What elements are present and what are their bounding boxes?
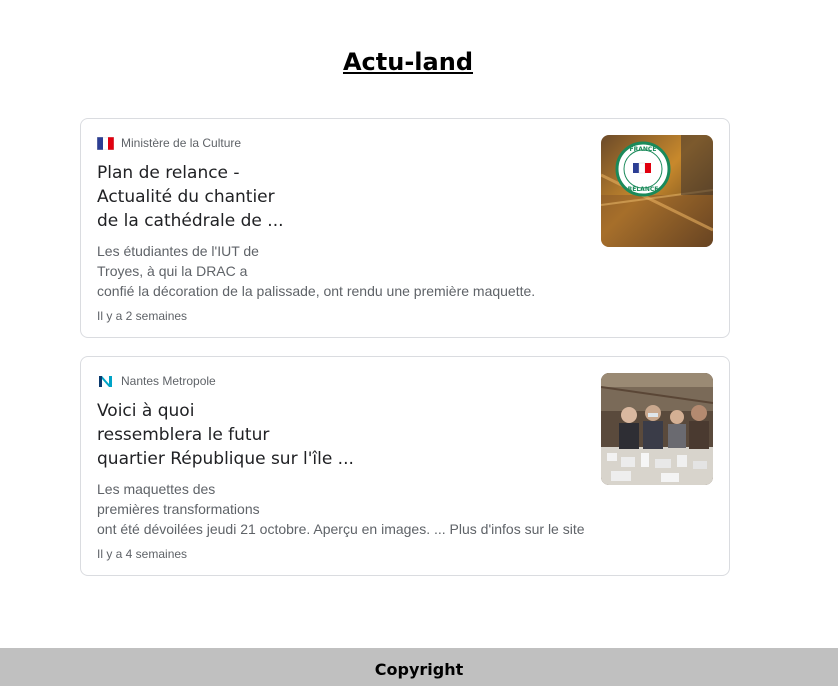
news-source: Ministère de la Culture bbox=[96, 136, 242, 150]
nantes-metropole-n-icon bbox=[97, 375, 114, 388]
snippet-line: Troyes, à qui la DRAC a bbox=[97, 263, 248, 279]
footer: Copyright bbox=[0, 648, 838, 686]
headline-line: Plan de relance - bbox=[97, 163, 240, 183]
svg-text:RELANCE: RELANCE bbox=[628, 186, 659, 193]
france-relance-badge-image[interactable]: FRANCE RELANCE bbox=[601, 135, 713, 247]
news-headline[interactable]: Voici à quoi ressemblera le futur quarti… bbox=[97, 399, 577, 471]
svg-text:FRANCE: FRANCE bbox=[630, 146, 657, 153]
headline-line: ressemblera le futur bbox=[97, 425, 270, 445]
news-card[interactable]: Nantes Metropole Voici à quoi ressembler… bbox=[80, 356, 730, 576]
headline-line: Voici à quoi bbox=[97, 401, 195, 421]
french-flag-icon bbox=[96, 136, 115, 150]
news-source-name: Nantes Metropole bbox=[121, 374, 216, 388]
snippet-line: confié la décoration de la palissade, on… bbox=[97, 283, 536, 299]
news-timestamp: Il y a 4 semaines bbox=[97, 547, 188, 561]
snippet-line: Les maquettes des bbox=[97, 481, 216, 497]
news-card[interactable]: Ministère de la Culture Plan de relance … bbox=[80, 118, 730, 338]
snippet-line: ont été dévoilées jeudi 21 octobre. Aper… bbox=[97, 521, 585, 537]
snippet-line: premières transformations bbox=[97, 501, 260, 517]
headline-line: de la cathédrale de ... bbox=[97, 211, 284, 231]
news-snippet: Les étudiantes de l'IUT de Troyes, à qui… bbox=[97, 241, 589, 301]
headline-line: quartier République sur l'île ... bbox=[97, 449, 354, 469]
news-source-name: Ministère de la Culture bbox=[121, 136, 242, 150]
news-headline[interactable]: Plan de relance - Actualité du chantier … bbox=[97, 161, 577, 233]
site-title: Actu-land bbox=[342, 48, 473, 76]
headline-line: Actualité du chantier bbox=[97, 187, 275, 207]
news-source: Nantes Metropole bbox=[97, 374, 216, 388]
news-timestamp: Il y a 2 semaines bbox=[97, 309, 188, 323]
copyright-text: Copyright bbox=[374, 660, 464, 679]
news-snippet: Les maquettes des premières transformati… bbox=[97, 479, 589, 539]
snippet-line: Les étudiantes de l'IUT de bbox=[97, 243, 259, 259]
architecture-model-people-image[interactable] bbox=[601, 373, 713, 485]
